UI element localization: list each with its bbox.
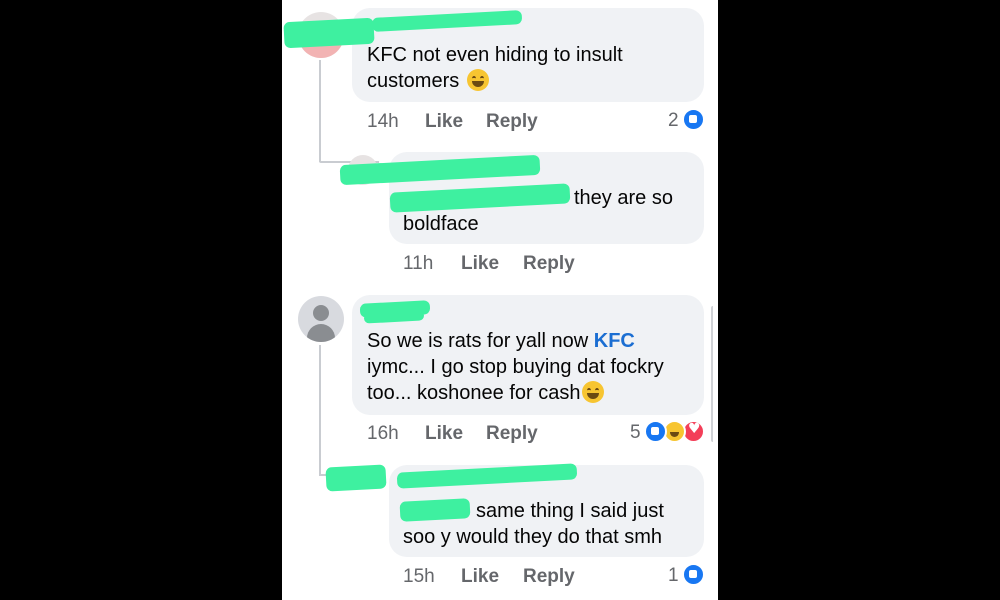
- scrollbar[interactable]: [711, 306, 718, 442]
- like-button[interactable]: Like: [461, 253, 499, 275]
- comment-text-line: iymc... I go stop buying dat fockry: [367, 356, 664, 378]
- reaction-count[interactable]: 5: [630, 422, 641, 444]
- comment-text-line: KFC not even hiding to insult: [367, 44, 623, 66]
- reaction-count[interactable]: 1: [668, 565, 679, 587]
- comment-text-line: they are so: [574, 187, 673, 209]
- reply-button[interactable]: Reply: [523, 566, 575, 588]
- thread-connector: [319, 60, 321, 162]
- comment-timestamp: 11h: [403, 253, 434, 274]
- comment-text-line: too... koshonee for cash: [367, 380, 605, 406]
- redacted-mention: [399, 498, 471, 522]
- like-button[interactable]: Like: [461, 566, 499, 588]
- like-reaction-icon[interactable]: [682, 563, 705, 586]
- like-button[interactable]: Like: [425, 423, 463, 445]
- like-reaction-icon[interactable]: [682, 108, 705, 131]
- comment-text-line: So we is rats for yall now KFC: [367, 330, 635, 352]
- comment-timestamp: 15h: [403, 566, 435, 587]
- comment-timestamp: 16h: [367, 423, 399, 444]
- comment-text-line: same thing I said just: [476, 500, 664, 522]
- comments-panel: KFC not even hiding to insult customers …: [282, 0, 718, 600]
- like-reaction-icon[interactable]: [644, 420, 667, 443]
- thread-connector: [319, 345, 321, 475]
- reply-button[interactable]: Reply: [523, 253, 575, 275]
- comment-text-line: customers: [367, 68, 489, 94]
- redacted-name: [325, 464, 387, 492]
- commenter-avatar[interactable]: [298, 296, 344, 342]
- reaction-count[interactable]: 2: [668, 110, 679, 132]
- like-button[interactable]: Like: [425, 111, 463, 133]
- reply-button[interactable]: Reply: [486, 423, 538, 445]
- comment-text-line: boldface: [403, 213, 479, 235]
- redacted-name: [283, 17, 375, 49]
- huffing-emoji: [582, 381, 605, 403]
- grinning-sweat-emoji: [466, 69, 489, 91]
- comment-text-line: soo y would they do that smh: [403, 526, 663, 548]
- comment-timestamp: 14h: [367, 111, 399, 132]
- reply-button[interactable]: Reply: [486, 111, 538, 133]
- mention-link[interactable]: KFC: [594, 330, 635, 352]
